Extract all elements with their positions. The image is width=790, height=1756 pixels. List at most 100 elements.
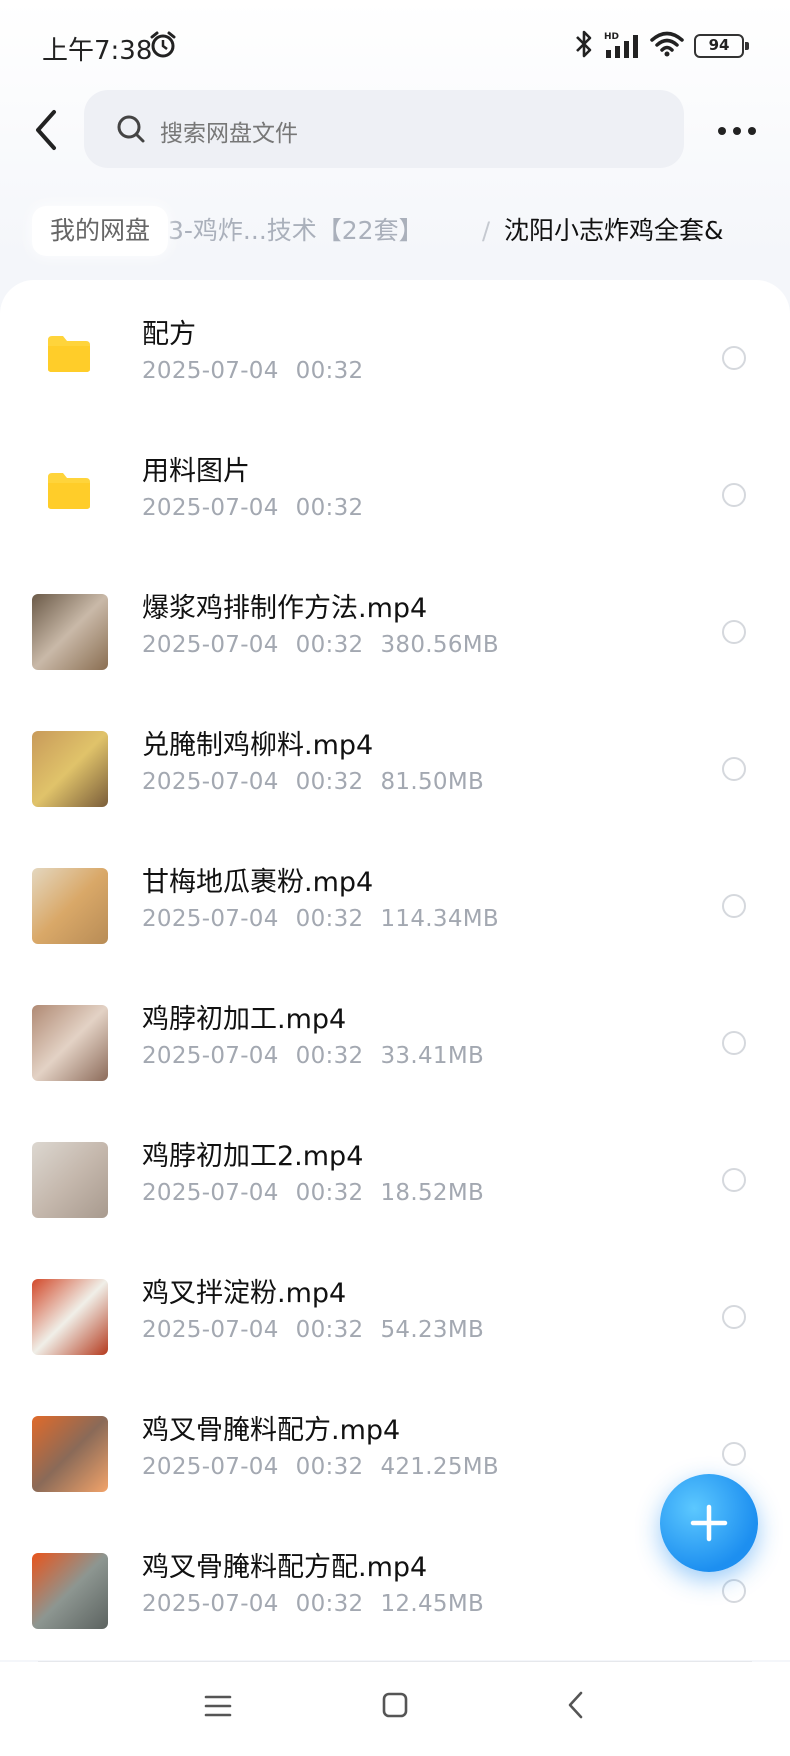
file-time: 00:32 [295,1317,364,1343]
add-button[interactable] [660,1474,758,1572]
video-thumbnail [32,1416,108,1492]
back-button[interactable] [26,106,66,154]
video-thumbnail [32,594,108,670]
file-date: 2025-07-04 [142,1317,279,1343]
file-name: 鸡叉骨腌料配方配.mp4 [142,1552,428,1583]
file-row[interactable]: 鸡脖初加工2.mp4 2025-07-04 00:32 18.52MB [0,1110,790,1247]
file-time: 00:32 [295,1591,364,1617]
breadcrumb-separator: / [482,217,491,245]
file-size: 18.52MB [380,1180,485,1206]
file-meta: 2025-07-04 00:32 18.52MB [142,1180,501,1206]
file-name: 爆浆鸡排制作方法.mp4 [142,593,428,624]
select-radio[interactable] [722,894,746,918]
file-meta: 2025-07-04 00:32 54.23MB [142,1317,501,1343]
file-meta: 2025-07-04 00:32 114.34MB [142,906,516,932]
nav-back-icon[interactable] [566,1690,586,1720]
file-name: 鸡叉拌淀粉.mp4 [142,1278,347,1309]
status-bar: 上午7:38 HD 94 [0,0,790,90]
file-size: 81.50MB [380,769,485,795]
file-row[interactable]: 用料图片 2025-07-04 00:32 [0,425,790,562]
video-thumbnail [32,1005,108,1081]
search-placeholder: 搜索网盘文件 [160,121,298,147]
select-radio[interactable] [722,1579,746,1603]
file-meta: 2025-07-04 00:32 12.45MB [142,1591,501,1617]
wifi-icon [650,31,684,57]
file-date: 2025-07-04 [142,1591,279,1617]
video-thumbnail [32,1142,108,1218]
file-time: 00:32 [295,1180,364,1206]
system-nav-bar [0,1662,790,1756]
file-name: 兑腌制鸡柳料.mp4 [142,730,374,761]
file-name: 鸡叉骨腌料配方.mp4 [142,1415,401,1446]
file-name: 鸡脖初加工2.mp4 [142,1141,364,1172]
file-name: 用料图片 [142,456,250,487]
file-time: 00:32 [295,906,364,932]
breadcrumb-item-current: 沈阳小志炸鸡全套& [504,216,724,245]
file-meta: 2025-07-04 00:32 81.50MB [142,769,501,795]
file-time: 00:32 [295,769,364,795]
plus-icon [690,1504,728,1542]
select-radio[interactable] [722,1168,746,1192]
file-list: 配方 2025-07-04 00:32 用料图片 2025-07-04 00:32 爆浆鸡排… [0,280,790,1660]
select-radio[interactable] [722,1305,746,1329]
file-row[interactable]: 鸡叉拌淀粉.mp4 2025-07-04 00:32 54.23MB [0,1247,790,1384]
video-thumbnail [32,868,108,944]
search-input[interactable]: 搜索网盘文件 [84,90,684,168]
file-date: 2025-07-04 [142,769,279,795]
file-time: 00:32 [295,1454,364,1480]
file-name: 鸡脖初加工.mp4 [142,1004,347,1035]
file-date: 2025-07-04 [142,358,279,384]
file-size: 380.56MB [380,632,499,658]
select-radio[interactable] [722,1031,746,1055]
file-row[interactable]: 配方 2025-07-04 00:32 [0,288,790,425]
file-size: 54.23MB [380,1317,485,1343]
battery-icon: 94 [694,34,749,58]
file-meta: 2025-07-04 00:32 380.56MB [142,632,516,658]
file-size: 33.41MB [380,1043,485,1069]
hd-signal-icon: HD [604,32,638,58]
file-size: 421.25MB [380,1454,499,1480]
video-thumbnail [32,731,108,807]
menu-icon[interactable] [204,1692,232,1720]
select-radio[interactable] [722,483,746,507]
svg-text:HD: HD [604,32,619,42]
file-date: 2025-07-04 [142,1180,279,1206]
breadcrumb-item-parent[interactable]: 3-鸡炸...技术【22套】 [168,206,424,256]
file-meta: 2025-07-04 00:32 33.41MB [142,1043,501,1069]
file-date: 2025-07-04 [142,1043,279,1069]
status-time: 上午7:38 [42,36,153,66]
breadcrumb: 3-鸡炸...技术【22套】 我的网盘 / 沈阳小志炸鸡全套& [0,196,790,270]
home-icon[interactable] [382,1692,408,1718]
file-date: 2025-07-04 [142,495,279,521]
select-radio[interactable] [722,757,746,781]
file-date: 2025-07-04 [142,906,279,932]
folder-icon [48,473,90,509]
file-time: 00:32 [295,1043,364,1069]
folder-icon [48,336,90,372]
file-size: 114.34MB [380,906,499,932]
alarm-icon [150,31,176,58]
file-meta: 2025-07-04 00:32 [142,358,380,384]
file-row[interactable]: 鸡脖初加工.mp4 2025-07-04 00:32 33.41MB [0,973,790,1110]
breadcrumb-item-root[interactable]: 我的网盘 [32,206,169,256]
file-name: 配方 [142,319,196,350]
file-time: 00:32 [295,495,364,521]
file-date: 2025-07-04 [142,1454,279,1480]
select-radio[interactable] [722,620,746,644]
video-thumbnail [32,1553,108,1629]
select-radio[interactable] [722,346,746,370]
file-date: 2025-07-04 [142,632,279,658]
file-time: 00:32 [295,358,364,384]
file-row[interactable]: 兑腌制鸡柳料.mp4 2025-07-04 00:32 81.50MB [0,699,790,836]
select-radio[interactable] [722,1442,746,1466]
file-row[interactable]: 甘梅地瓜裹粉.mp4 2025-07-04 00:32 114.34MB [0,836,790,973]
bluetooth-icon [576,30,592,58]
file-row[interactable]: 爆浆鸡排制作方法.mp4 2025-07-04 00:32 380.56MB [0,562,790,699]
search-icon [117,115,145,143]
more-options-icon[interactable] [712,112,762,148]
file-size: 12.45MB [380,1591,485,1617]
file-meta: 2025-07-04 00:32 [142,495,380,521]
file-name: 甘梅地瓜裹粉.mp4 [142,867,374,898]
file-meta: 2025-07-04 00:32 421.25MB [142,1454,516,1480]
file-time: 00:32 [295,632,364,658]
